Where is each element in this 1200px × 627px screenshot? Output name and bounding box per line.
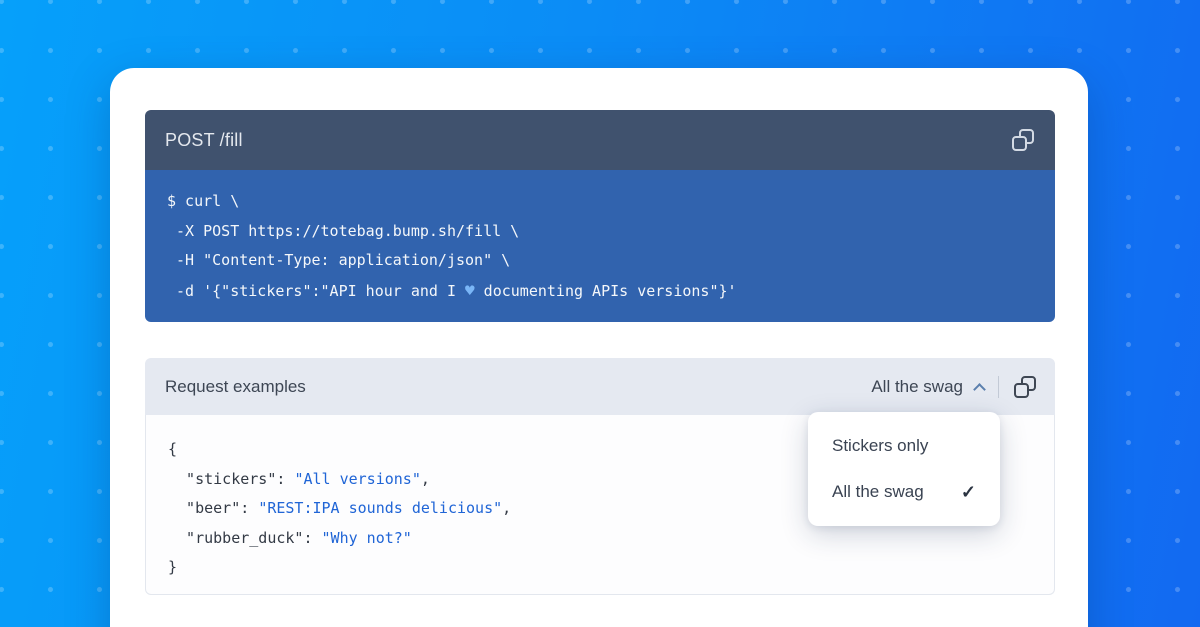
json-line: } <box>168 553 1032 583</box>
json-separator: : <box>276 470 294 488</box>
code-line: -H "Content-Type: application/json" \ <box>167 246 1033 276</box>
check-icon: ✓ <box>961 482 976 503</box>
blue-heart-icon: ♥ <box>465 281 475 300</box>
endpoint-panel: POST /fill $ curl \ -X POST https://tote… <box>145 110 1055 322</box>
json-separator: : <box>240 499 258 517</box>
json-key: "stickers" <box>168 470 276 488</box>
examples-header: Request examples All the swag <box>145 358 1055 415</box>
copy-icon <box>1012 136 1027 151</box>
code-line: -d '{"stickers":"API hour and I ♥ docume… <box>167 276 1033 307</box>
json-comma: , <box>502 499 511 517</box>
examples-title: Request examples <box>165 377 306 397</box>
json-comma: , <box>421 470 430 488</box>
json-value: "Why not?" <box>322 529 412 547</box>
selector-value: All the swag <box>871 377 963 397</box>
examples-header-controls: All the swag <box>871 375 1037 399</box>
json-value: "All versions" <box>294 470 420 488</box>
dropdown-item-label: All the swag <box>832 482 924 502</box>
code-text: -d '{"stickers":"API hour and I <box>167 282 465 300</box>
copy-icon <box>1014 383 1029 398</box>
curl-code-block: $ curl \ -X POST https://totebag.bump.sh… <box>145 170 1055 322</box>
code-text: documenting APIs versions"}' <box>475 282 737 300</box>
examples-copy-button[interactable] <box>1013 375 1037 399</box>
dropdown-item-label: Stickers only <box>832 436 928 456</box>
code-line: -X POST https://totebag.bump.sh/fill \ <box>167 217 1033 247</box>
json-key: "rubber_duck" <box>168 529 303 547</box>
endpoint-title: POST /fill <box>165 130 243 151</box>
page-background: { "endpoint": { "title": "POST /fill", "… <box>0 0 1200 627</box>
header-divider <box>998 376 999 398</box>
json-key: "beer" <box>168 499 240 517</box>
json-value: "REST:IPA sounds delicious" <box>258 499 502 517</box>
chevron-up-icon <box>973 383 986 396</box>
endpoint-copy-button[interactable] <box>1011 128 1035 152</box>
swag-dropdown-menu: Stickers only All the swag ✓ <box>808 412 1000 526</box>
dropdown-item-all-the-swag[interactable]: All the swag ✓ <box>808 469 1000 515</box>
example-selector[interactable]: All the swag <box>871 377 984 397</box>
endpoint-header: POST /fill <box>145 110 1055 170</box>
main-card: POST /fill $ curl \ -X POST https://tote… <box>110 68 1088 627</box>
dropdown-item-stickers-only[interactable]: Stickers only <box>808 423 1000 469</box>
json-line: "rubber_duck": "Why not?" <box>168 524 1032 554</box>
code-line: $ curl \ <box>167 187 1033 217</box>
json-separator: : <box>303 529 321 547</box>
